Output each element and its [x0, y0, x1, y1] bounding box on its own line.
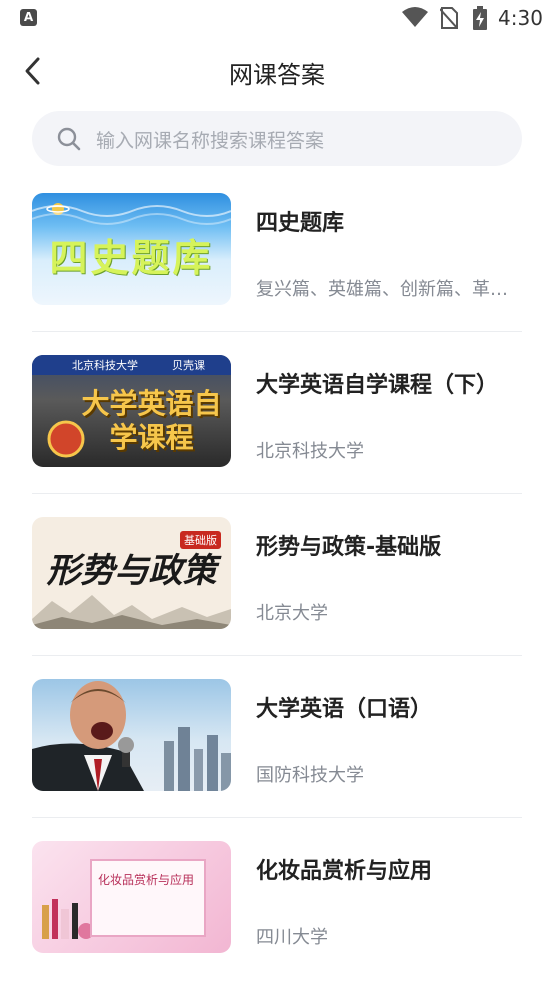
- course-title: 化妆品赏析与应用: [256, 859, 433, 884]
- course-subtitle: 北京科技大学: [256, 441, 364, 462]
- shouting-man-photo: [32, 681, 231, 791]
- course-title: 大学英语（口语）: [256, 697, 433, 722]
- no-sim-icon: [440, 7, 458, 29]
- divider: [32, 817, 522, 818]
- course-item[interactable]: 北京科技大学 贝壳课 大学英语自学课程 大学英语自学课程（下） 北京科技大学: [32, 355, 522, 517]
- thumbnail-brand-left: 北京科技大学: [72, 359, 138, 372]
- status-bar: A 4:30: [0, 0, 554, 38]
- course-title: 大学英语自学课程（下）: [256, 373, 499, 398]
- thumbnail-text: 大学英语自学课程: [81, 387, 222, 454]
- course-subtitle: 北京大学: [256, 603, 328, 624]
- wifi-icon: [402, 7, 428, 27]
- search-placeholder: 输入网课名称搜索课程答案: [96, 130, 325, 152]
- divider: [32, 655, 522, 656]
- course-subtitle: 国防科技大学: [256, 765, 364, 786]
- course-thumbnail: 化妆品赏析与应用: [32, 841, 231, 953]
- divider: [32, 493, 522, 494]
- thumbnail-card: 化妆品赏析与应用: [90, 859, 206, 937]
- page-title: 网课答案: [229, 61, 325, 89]
- wave-decoration: [32, 205, 231, 225]
- divider: [32, 331, 522, 332]
- course-thumbnail: 北京科技大学 贝壳课 大学英语自学课程: [32, 355, 231, 467]
- search-input[interactable]: 输入网课名称搜索课程答案: [32, 111, 522, 166]
- course-thumbnail: 基础版 形势与政策: [32, 517, 231, 629]
- course-item[interactable]: 化妆品赏析与应用 化妆品赏析与应用 四川大学: [32, 841, 522, 1003]
- course-item[interactable]: 基础版 形势与政策 形势与政策-基础版 北京大学: [32, 517, 522, 679]
- course-item[interactable]: 大学英语（口语） 国防科技大学: [32, 679, 522, 841]
- search-icon: [57, 127, 81, 151]
- course-title: 四史题库: [256, 211, 345, 236]
- thumbnail-text: 化妆品赏析与应用: [98, 873, 195, 887]
- thumbnail-brand-bar: 北京科技大学 贝壳课: [32, 355, 231, 375]
- course-thumbnail: [32, 679, 231, 791]
- course-item[interactable]: 四史题库 四史题库 复兴篇、英雄篇、创新篇、革命篇: [32, 193, 522, 355]
- header: 网课答案: [0, 38, 554, 102]
- status-time: 4:30: [498, 6, 543, 30]
- thumbnail-text: 形势与政策: [46, 551, 217, 591]
- cosmetics-illustration: [42, 899, 94, 939]
- course-title: 形势与政策-基础版: [256, 535, 442, 560]
- thumbnail-text: 四史题库: [49, 236, 214, 280]
- course-subtitle: 四川大学: [256, 927, 328, 948]
- course-subtitle: 复兴篇、英雄篇、创新篇、革命篇: [256, 279, 522, 300]
- battery-charging-icon: [473, 6, 487, 30]
- course-thumbnail: 四史题库: [32, 193, 231, 305]
- course-list: 四史题库 四史题库 复兴篇、英雄篇、创新篇、革命篇 北京科技大学 贝壳课 大学英…: [32, 193, 522, 1003]
- app-notification-icon: A: [20, 9, 37, 26]
- thumbnail-brand-right: 贝壳课: [172, 359, 205, 372]
